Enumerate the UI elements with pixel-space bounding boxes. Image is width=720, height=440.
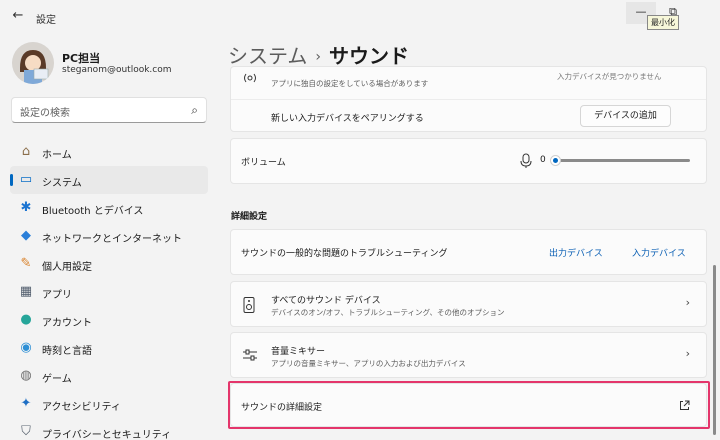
volume-mixer-card[interactable]: 音量ミキサー アプリの音量ミキサー、アプリの入力および出力デバイス › [230,332,707,378]
chevron-right-icon: › [685,347,690,360]
output-devices-link[interactable]: 出力デバイス [549,246,603,259]
search-placeholder: 設定の検索 [20,108,70,119]
all-sound-devices-sub: デバイスのオン/オフ、トラブルシューティング、その他のオプション [271,308,505,317]
mixer-icon [243,349,257,361]
sidebar-item-label: 時刻と言語 [42,346,92,357]
accessibility-icon: ✦ [20,396,32,411]
brush-icon: ✎ [20,256,32,271]
volume-mixer-sub: アプリの音量ミキサー、アプリの入力および出力デバイス [271,359,466,368]
bluetooth-icon: ✱ [20,200,32,215]
shield-icon: ⛉ [21,424,31,439]
sidebar-item[interactable]: ◆ ネットワークとインターネット [10,222,208,250]
sidebar-item-label: アカウント [42,318,92,329]
wifi-icon: ◆ [21,228,31,243]
globe-clock-icon: ◉ [20,340,32,355]
chevron-right-icon: › [685,296,690,309]
sidebar-item[interactable]: ⛉ プライバシーとセキュリティ [10,418,208,440]
avatar [12,42,54,84]
volume-mixer-title: 音量ミキサー [271,347,326,357]
input-device-icon [244,73,256,83]
profile-email: steganom@outlook.com [62,65,172,75]
sidebar-item[interactable]: ✦ アクセシビリティ [10,390,208,418]
sidebar-item[interactable]: ✱ Bluetooth とデバイス [10,194,208,222]
volume-slider-track[interactable] [554,159,690,162]
input-device-card: アプリに独自の設定をしている場合があります 入力デバイスが見つかりません 新しい… [230,66,707,132]
card-divider [231,99,706,100]
add-device-button[interactable]: デバイスの追加 [580,105,671,127]
sidebar-item[interactable]: ● アカウント [10,306,208,334]
gamepad-icon: ◍ [20,368,32,383]
app-title: 設定 [36,15,56,26]
minimize-tooltip: 最小化 [647,15,679,30]
speaker-icon [243,297,255,313]
pair-device-label: 新しい入力デバイスをペアリングする [271,114,424,124]
sidebar-item-label: ネットワークとインターネット [42,234,182,245]
main-scrollbar[interactable] [713,265,716,435]
breadcrumb: システム › サウンド [228,40,409,69]
avatar-illustration [12,42,54,84]
back-arrow-icon[interactable]: ← [10,8,26,24]
volume-value: 0 [540,155,546,165]
sidebar-item-label: ゲーム [42,374,72,385]
search-input[interactable]: 設定の検索 ⌕ [11,97,207,123]
volume-label: ボリューム [241,158,286,168]
sidebar-item-label: ホーム [42,150,72,161]
section-title-advanced: 詳細設定 [231,212,268,222]
account-icon: ● [20,312,32,327]
sidebar-item[interactable]: ◍ ゲーム [10,362,208,390]
input-devices-link[interactable]: 入力デバイス [632,246,686,259]
sidebar-item[interactable]: ◉ 時刻と言語 [10,334,208,362]
troubleshoot-label: サウンドの一般的な問題のトラブルシューティング [241,249,448,259]
troubleshoot-card: サウンドの一般的な問題のトラブルシューティング 出力デバイス 入力デバイス [230,229,707,275]
all-sound-devices-title: すべてのサウンド デバイス [271,296,381,306]
sidebar-item[interactable]: ⌂ ホーム [10,138,208,166]
sidebar-item[interactable]: ▦ アプリ [10,278,208,306]
all-sound-devices-card[interactable]: すべてのサウンド デバイス デバイスのオン/オフ、トラブルシューティング、その他… [230,281,707,327]
sidebar-item-label: システム [42,178,82,189]
apps-icon: ▦ [19,284,33,299]
highlight-box [228,381,710,429]
sidebar-item[interactable]: ▭ システム [10,166,208,194]
sidebar-item-label: アクセシビリティ [42,402,121,413]
system-icon: ▭ [19,172,33,187]
search-icon: ⌕ [191,103,198,117]
title-bar: ← 設定 — ⧉ 最小化 [0,0,720,34]
sidebar-item-label: 個人用設定 [42,262,92,273]
sidebar-item[interactable]: ✎ 個人用設定 [10,250,208,278]
sidebar-item-label: アプリ [42,290,72,301]
sidebar-nav: ⌂ ホーム ▭ システム ✱ Bluetooth とデバイス ◆ ネットワークとインターネット… [10,138,208,440]
page-title: サウンド [329,44,410,68]
breadcrumb-separator-icon: › [315,49,322,65]
breadcrumb-parent[interactable]: システム [228,44,307,68]
volume-slider-thumb[interactable] [550,155,561,166]
home-icon: ⌂ [21,144,31,159]
sidebar-item-label: Bluetooth とデバイス [42,206,144,217]
input-device-sub: アプリに独自の設定をしている場合があります [271,79,429,88]
profile-name: PC担当 [62,52,101,65]
microphone-icon[interactable] [520,153,532,169]
sidebar-item-label: プライバシーとセキュリティ [42,430,172,440]
no-input-device-text: 入力デバイスが見つかりません [557,72,662,81]
